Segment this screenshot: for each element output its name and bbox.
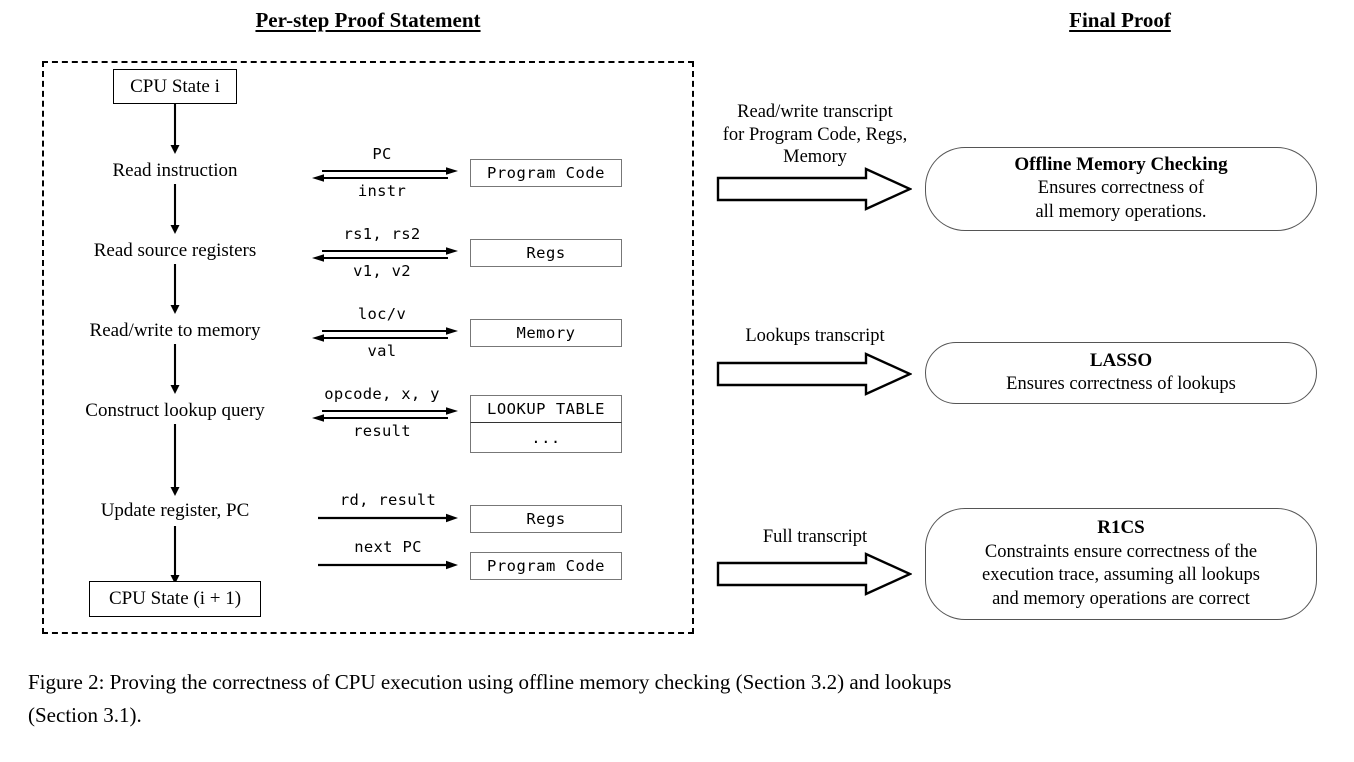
msg-in-val: val [367,342,397,360]
msg-out-loc-v: loc/v [357,305,407,323]
transcript-line: Full transcript [762,527,868,547]
proof-title-r1cs: R1CS [1097,517,1145,539]
msg-in-instr: instr [357,182,407,200]
cpu-state-end-box: CPU State (i + 1) [89,581,261,617]
transcript-label-full: Full transcript [763,526,867,549]
proof-title-lasso: LASSO [1089,350,1153,371]
arrow-to-program-code-2 [318,560,458,570]
target-label-program-code-2: Program Code [487,557,605,575]
panel-title-per-step: Per-step Proof Statement [255,8,481,32]
target-label-lookup-table: LOOKUP TABLE [487,400,605,418]
cpu-state-start-label: CPU State i [130,75,220,97]
block-arrow-lookups-transcript [716,352,912,396]
proof-desc-line: Ensures correctness of [1037,178,1205,199]
transcript-line: Lookups transcript [745,326,885,346]
figure-caption-line-2: (Section 3.1). [28,702,142,727]
msg-in-result: result [353,422,411,440]
proof-desc-line: Ensures correctness of lookups [1006,374,1236,395]
target-box-regs-1: Regs [470,239,622,267]
msg-out-rd-result: rd, result [339,491,437,509]
bidirectional-arrow-program-code [312,167,458,182]
target-box-program-code-1: Program Code [470,159,622,187]
msg-out-next-pc: next PC [354,538,422,556]
target-box-memory: Memory [470,319,622,347]
target-box-lookup-table-rows: ... [470,423,622,453]
proof-box-lasso: LASSO Ensures correctness of lookups [925,342,1317,404]
proof-box-offline-memory-checking: Offline Memory Checking Ensures correctn… [925,147,1317,231]
target-label-regs-2: Regs [526,510,566,528]
step-label-read-source-registers: Read source registers [93,240,257,261]
proof-desc-line: and memory operations are correct [992,588,1250,609]
step-label-construct-lookup-query: Construct lookup query [85,400,265,421]
bidirectional-arrow-regs [312,247,458,262]
target-box-regs-2: Regs [470,505,622,533]
msg-out-pc: PC [372,145,392,163]
transcript-line: Read/write transcript [737,102,893,122]
target-label-regs-1: Regs [526,244,566,262]
step-label-read-write-memory: Read/write to memory [89,320,261,341]
block-arrow-full-transcript [716,552,912,596]
target-label-program-code-1: Program Code [487,164,605,182]
cpu-state-end-label: CPU State (i + 1) [108,588,242,609]
proof-desc-line: execution trace, assuming all lookups [982,565,1260,586]
transcript-label-memory: Read/write transcript for Program Code, … [723,101,907,169]
figure-caption-line-1: Figure 2: Proving the correctness of CPU… [28,670,952,694]
proof-desc-line: all memory operations. [1035,202,1207,223]
transcript-line: Memory [783,147,847,168]
block-arrow-memory-transcript [716,167,912,211]
panel-title-final-proof: Final Proof [1069,8,1171,32]
msg-out-opcode-x-y: opcode, x, y [324,385,440,403]
arrow-to-regs-2 [318,513,458,523]
transcript-line: for Program Code, Regs, [722,124,908,145]
msg-out-rs1-rs2: rs1, rs2 [343,225,421,243]
bidirectional-arrow-lookup-table [312,407,458,422]
target-label-lookup-table-ellipsis: ... [531,428,561,447]
step-label-update-register-pc: Update register, PC [100,500,250,521]
proof-desc-line: Constraints ensure correctness of the [984,541,1258,562]
cpu-state-start-box: CPU State i [113,69,237,104]
target-box-program-code-2: Program Code [470,552,622,580]
target-box-lookup-table-header: LOOKUP TABLE [470,395,622,423]
proof-box-r1cs: R1CS Constraints ensure correctness of t… [925,508,1317,620]
proof-title-offline-memory-checking: Offline Memory Checking [1014,154,1228,176]
figure-caption: Figure 2: Proving the correctness of CPU… [28,666,1328,731]
step-label-read-instruction: Read instruction [112,160,238,181]
target-label-memory: Memory [516,324,576,342]
bidirectional-arrow-memory [312,327,458,342]
msg-in-v1-v2: v1, v2 [353,262,411,280]
transcript-label-lookups: Lookups transcript [745,325,884,348]
